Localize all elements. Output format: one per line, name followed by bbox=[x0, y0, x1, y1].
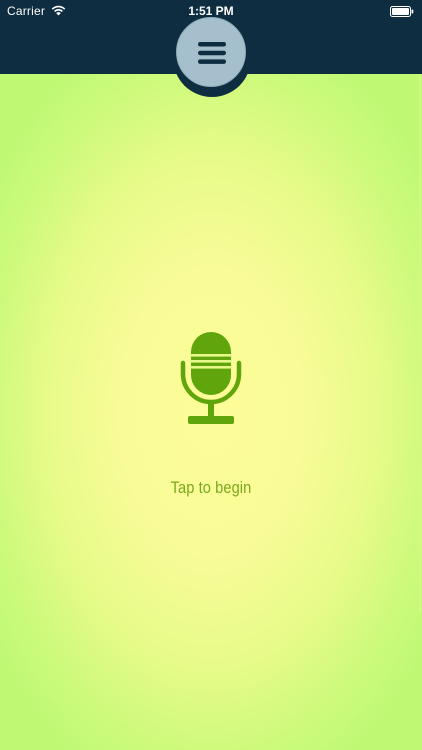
status-bar: Carrier 1:51 PM bbox=[0, 0, 422, 22]
tap-to-begin-label: Tap to begin bbox=[170, 478, 252, 497]
status-time: 1:51 PM bbox=[188, 4, 234, 18]
main-content: Tap to begin bbox=[0, 74, 422, 750]
scroll-indicator bbox=[419, 74, 421, 614]
hamburger-icon bbox=[198, 42, 226, 64]
battery-icon bbox=[390, 6, 414, 17]
record-button[interactable] bbox=[178, 329, 244, 429]
menu-button[interactable] bbox=[176, 17, 246, 87]
microphone-icon bbox=[180, 332, 242, 424]
